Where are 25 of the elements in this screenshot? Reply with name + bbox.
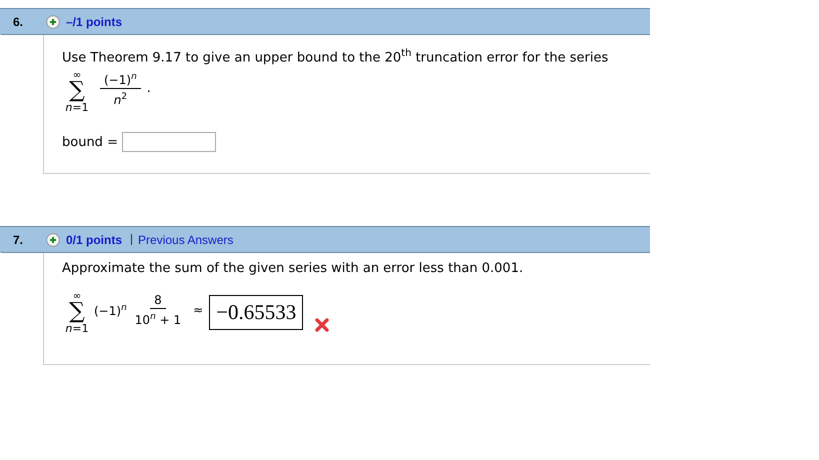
sum-symbol: ∑ xyxy=(69,302,85,322)
sum-upper-limit: ∞ xyxy=(72,70,82,81)
previous-answers-link[interactable]: Previous Answers xyxy=(138,232,234,246)
denominator: n$^{2}$ xyxy=(114,91,128,108)
denominator: 10$^{n}$ + 1 xyxy=(134,311,182,328)
answer-box[interactable]: −0.65533 xyxy=(209,294,304,330)
sum-symbol: ∑ xyxy=(69,80,85,101)
plus-icon[interactable] xyxy=(46,232,60,246)
input-field[interactable] xyxy=(122,132,216,152)
question-number: 7. xyxy=(12,232,24,246)
answer-label: bound = xyxy=(62,134,118,150)
question-text: Approximate the sum of the given series with an error less than 0.001. xyxy=(62,260,524,278)
plus-icon[interactable] xyxy=(46,14,60,28)
points-label: –/1 points xyxy=(66,14,122,28)
numerator: (−1)$^{n}$ xyxy=(100,69,141,90)
period: . xyxy=(146,81,151,96)
sum-upper-limit: ∞ xyxy=(72,292,82,302)
sum-lower-limit: n=1 xyxy=(65,322,89,336)
numerator: 8 xyxy=(150,292,166,309)
question-number: 6. xyxy=(12,14,24,28)
points-label: 0/1 points xyxy=(66,232,122,246)
approx-sign: ≈ xyxy=(193,303,204,317)
question-text: Use Theorem 9.17 to give an upper bound to the 20$^{th}$ truncation error for the series xyxy=(62,47,610,68)
sum-lower-limit: n=1 xyxy=(65,100,89,115)
sign-factor: (−1)$^{n}$ xyxy=(94,302,127,318)
